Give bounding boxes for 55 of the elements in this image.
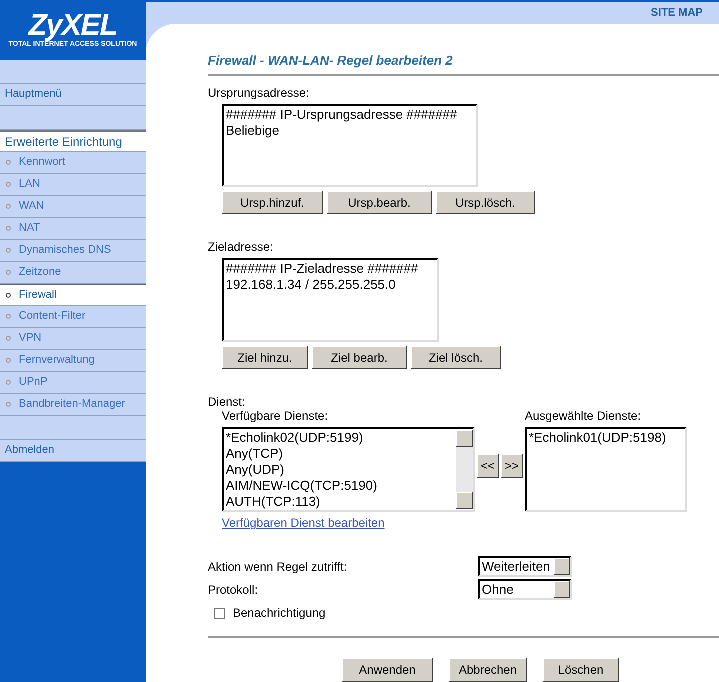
action-button[interactable]: Ziel bearb. <box>312 346 407 369</box>
bullet-icon <box>6 160 11 165</box>
edit-service-link[interactable]: Verfügbaren Dienst bearbeiten <box>222 516 475 530</box>
action-button[interactable]: Löschen <box>543 658 619 682</box>
list-item[interactable]: *Echolink02(UDP:5199) <box>226 430 456 446</box>
bullet-icon <box>6 402 11 407</box>
site-map-link[interactable]: SITE MAP <box>651 4 703 22</box>
action-button[interactable]: Ursp.lösch. <box>436 191 535 214</box>
page-title: Firewall - WAN-LAN- Regel bearbeiten 2 <box>208 54 454 68</box>
logo-wordmark: ZyXEL <box>28 10 118 41</box>
bullet-icon <box>6 292 11 298</box>
bullet-icon <box>6 270 11 275</box>
action-button[interactable]: Abbrechen <box>449 658 527 682</box>
address-listbox[interactable]: ####### IP-Zieladresse ####### 192.168.1.34 / 255.255.255.0 <box>222 258 439 342</box>
field-label: Dienst: <box>208 395 246 409</box>
bullet-icon <box>6 358 11 363</box>
list-item[interactable]: AIM/NEW-ICQ(TCP:5190) <box>226 478 456 494</box>
list-item[interactable]: Beliebige <box>226 123 474 139</box>
list-item[interactable]: Any(TCP) <box>226 446 456 462</box>
services-listbox[interactable]: *Echolink02(UDP:5199) Any(TCP) Any(UDP) AIM/NEW-ICQ(TCP:5190) AUTH(TCP:113) <box>222 427 475 512</box>
list-item[interactable]: Any(UDP) <box>226 462 456 478</box>
menu-item[interactable]: Firewall <box>0 284 146 306</box>
list-item[interactable]: ####### IP-Ursprungsadresse ####### <box>226 107 474 123</box>
list-item[interactable]: ####### IP-Zieladresse ####### <box>226 261 435 277</box>
field-label: Protokoll: <box>208 582 260 596</box>
action-button[interactable]: Anwenden <box>342 658 433 682</box>
bullet-icon <box>6 248 11 253</box>
move-button[interactable]: >> <box>501 454 523 478</box>
field-label: Ursprungsadresse: <box>208 86 310 100</box>
move-button[interactable]: << <box>477 454 499 478</box>
bullet-icon <box>6 226 11 231</box>
dropdown[interactable]: Ohne <box>478 579 572 600</box>
field-label: Aktion wenn Regel zutrifft: <box>208 560 348 574</box>
action-button[interactable]: Ursp.hinzuf. <box>222 191 323 214</box>
bullet-icon <box>6 336 11 341</box>
action-button[interactable]: Ziel lösch. <box>411 346 501 369</box>
bullet-icon <box>6 182 11 187</box>
address-listbox[interactable]: ####### IP-Ursprungsadresse ####### Beliebige <box>222 104 478 187</box>
action-button[interactable]: Ziel hinzu. <box>222 346 308 369</box>
bullet-icon <box>6 380 11 385</box>
dropdown[interactable]: Weiterleiten <box>478 556 572 577</box>
menu-section-header: Erweiterte Einrichtung <box>0 130 146 152</box>
scrollbar[interactable] <box>456 430 473 509</box>
field-label: Zieladresse: <box>208 240 274 254</box>
field-label: Ausgewählte Dienste: <box>525 409 642 423</box>
action-button[interactable]: Ursp.bearb. <box>327 191 432 214</box>
bullet-icon <box>6 204 11 209</box>
list-item[interactable]: *Echolink01(UDP:5198) <box>529 430 683 446</box>
field-label: Verfügbare Dienste: <box>222 409 330 423</box>
list-item[interactable]: AUTH(TCP:113) <box>226 494 456 510</box>
checkbox-label: Benachrichtigung <box>233 606 326 620</box>
bullet-icon <box>6 314 11 319</box>
list-item[interactable]: 192.168.1.34 / 255.255.255.0 <box>226 277 435 293</box>
selected-services-listbox[interactable]: *Echolink01(UDP:5198) <box>525 427 687 512</box>
checkbox[interactable] <box>214 608 225 618</box>
